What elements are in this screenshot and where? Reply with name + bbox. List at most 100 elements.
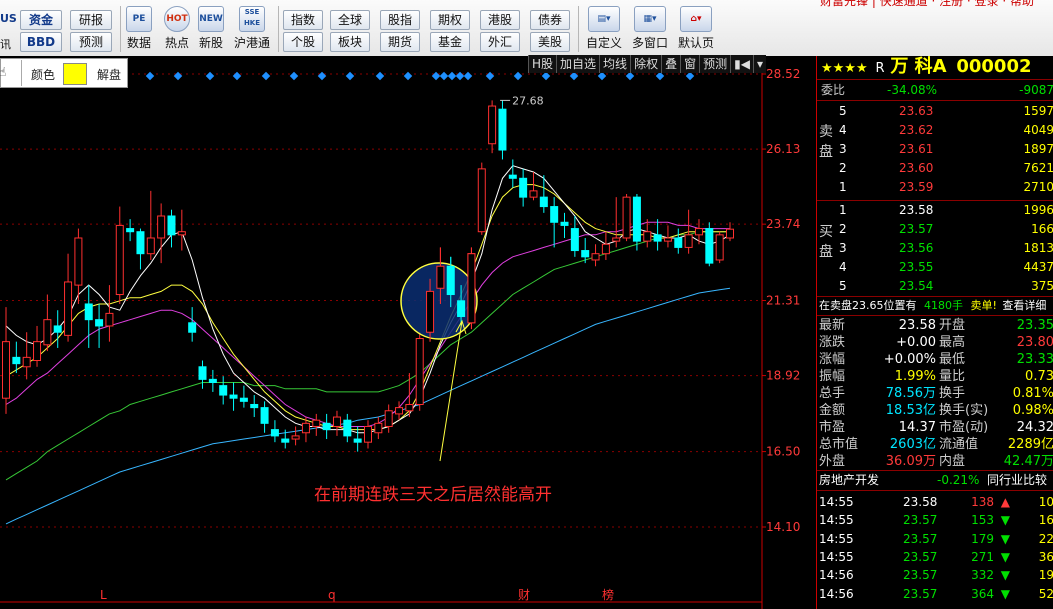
event-diamond-marker[interactable] xyxy=(625,71,635,81)
candle-up[interactable] xyxy=(374,422,383,434)
research-button[interactable]: 研报 xyxy=(70,10,112,30)
candle-up[interactable] xyxy=(726,228,734,239)
event-diamond-marker[interactable] xyxy=(232,71,242,81)
time-event-marker[interactable]: L xyxy=(100,588,107,602)
event-diamond-marker[interactable] xyxy=(513,71,523,81)
candle-up[interactable] xyxy=(467,253,476,324)
candle-up[interactable] xyxy=(395,407,404,415)
forecast-button[interactable]: 预测 xyxy=(70,32,112,52)
candle-up[interactable] xyxy=(715,234,724,261)
candle-down[interactable] xyxy=(136,231,145,255)
funds-button[interactable]: 资金 xyxy=(20,10,62,30)
candle-down[interactable] xyxy=(519,177,528,198)
sell-level-row[interactable]: 1 23.59 2710 xyxy=(839,178,1053,196)
candle-down[interactable] xyxy=(12,356,21,365)
sell-level-row[interactable]: 2 23.60 7621 xyxy=(839,159,1053,177)
candle-up[interactable] xyxy=(332,416,341,427)
global-button[interactable]: 全球 xyxy=(330,10,370,30)
event-diamond-marker[interactable] xyxy=(289,71,299,81)
event-diamond-marker[interactable] xyxy=(455,71,465,81)
event-diamond-marker[interactable] xyxy=(655,71,665,81)
candle-down[interactable] xyxy=(550,206,559,223)
sell-level-row[interactable]: 5 23.63 1597 xyxy=(839,102,1053,120)
candle-down[interactable] xyxy=(705,228,714,264)
event-diamond-marker[interactable] xyxy=(541,71,551,81)
event-diamond-marker[interactable] xyxy=(447,71,457,81)
ex-rights-button[interactable]: 除权 xyxy=(630,55,662,73)
candle-up[interactable] xyxy=(291,435,300,440)
candle-down[interactable] xyxy=(53,325,62,333)
candle-up[interactable] xyxy=(33,341,42,362)
stock-index-futures-button[interactable]: 股指 xyxy=(380,10,420,30)
sell-level-row[interactable]: 4 23.62 4049 xyxy=(839,121,1053,139)
candle-up[interactable] xyxy=(146,237,155,255)
candle-up[interactable] xyxy=(2,341,10,399)
candle-up[interactable] xyxy=(64,281,73,336)
candle-down[interactable] xyxy=(322,422,331,431)
event-diamond-marker[interactable] xyxy=(485,71,495,81)
chart-menu-dropdown[interactable]: ▾ xyxy=(752,55,766,73)
candle-up[interactable] xyxy=(529,190,538,198)
forex-button[interactable]: 外汇 xyxy=(480,32,520,52)
candle-up[interactable] xyxy=(364,425,372,443)
play-back-button[interactable]: ▮◀ xyxy=(730,55,753,73)
candle-down[interactable] xyxy=(632,196,641,242)
candle-up[interactable] xyxy=(301,422,310,434)
candle-up[interactable] xyxy=(312,419,321,427)
candle-down[interactable] xyxy=(457,300,466,318)
buy-level-row[interactable]: 1 23.58 1996 xyxy=(839,201,1053,219)
add-watchlist-button[interactable]: 加自选 xyxy=(556,55,600,73)
sell-level-row[interactable]: 3 23.61 1897 xyxy=(839,140,1053,158)
event-diamond-marker[interactable] xyxy=(463,71,473,81)
futures-button[interactable]: 期货 xyxy=(380,32,420,52)
candle-up[interactable] xyxy=(177,231,186,236)
event-diamond-marker[interactable] xyxy=(261,71,271,81)
candle-down[interactable] xyxy=(560,221,569,226)
candle-down[interactable] xyxy=(498,108,507,151)
multi-window-button[interactable]: ▦▾ 多窗口 xyxy=(628,6,672,54)
candle-down[interactable] xyxy=(508,174,517,179)
candle-down[interactable] xyxy=(84,303,93,321)
event-diamond-marker[interactable] xyxy=(431,71,441,81)
candle-down[interactable] xyxy=(126,228,135,233)
candle-down[interactable] xyxy=(446,265,455,296)
candle-down[interactable] xyxy=(353,438,362,443)
color-swatch[interactable] xyxy=(63,63,87,85)
event-diamond-marker[interactable] xyxy=(345,71,355,81)
us-stocks-button[interactable]: 美股 xyxy=(530,32,570,52)
candle-up[interactable] xyxy=(115,224,124,296)
candle-down[interactable] xyxy=(570,228,579,252)
kline-chart[interactable]: 28.52 26.13 23.74 21.31 18.92 16.50 14.10 27.68… xyxy=(0,56,816,609)
hk-stocks-button[interactable]: 港股 xyxy=(480,10,520,30)
moving-average-button[interactable]: 均线 xyxy=(599,55,631,73)
overlay-button[interactable]: 叠 xyxy=(661,55,681,73)
candle-up[interactable] xyxy=(436,265,445,289)
candle-down[interactable] xyxy=(167,215,176,236)
candle-down[interactable] xyxy=(343,419,352,437)
forecast-chart-button[interactable]: 预测 xyxy=(699,55,731,73)
event-diamond-marker[interactable] xyxy=(173,71,183,81)
candle-down[interactable] xyxy=(229,394,238,399)
candle-up[interactable] xyxy=(426,290,435,333)
candle-down[interactable] xyxy=(188,322,197,333)
event-diamond-marker[interactable] xyxy=(403,71,413,81)
bbd-button[interactable]: BBD xyxy=(20,32,62,52)
candle-up[interactable] xyxy=(415,338,424,405)
pin-icon[interactable]: ☝ xyxy=(0,65,6,79)
candle-up[interactable] xyxy=(157,215,166,239)
h-share-button[interactable]: H股 xyxy=(528,55,557,73)
event-diamond-marker[interactable] xyxy=(569,71,579,81)
customize-button[interactable]: ▤▾ 自定义 xyxy=(582,6,626,54)
sector-compare-link[interactable]: 同行业比较 xyxy=(987,471,1047,489)
default-page-button[interactable]: ⌂▾ 默认页 xyxy=(674,6,718,54)
candle-up[interactable] xyxy=(694,228,703,236)
event-diamond-marker[interactable] xyxy=(439,71,449,81)
candle-up[interactable] xyxy=(601,243,610,255)
unlock-button[interactable]: 解盘 xyxy=(97,66,121,83)
candle-down[interactable] xyxy=(581,250,590,258)
time-event-marker[interactable]: q xyxy=(328,588,336,602)
buy-level-row[interactable]: 4 23.55 4437 xyxy=(839,258,1053,276)
event-diamond-marker[interactable] xyxy=(375,71,385,81)
buy-level-row[interactable]: 5 23.54 375 xyxy=(839,277,1053,295)
time-event-marker[interactable]: 财 xyxy=(518,588,530,602)
